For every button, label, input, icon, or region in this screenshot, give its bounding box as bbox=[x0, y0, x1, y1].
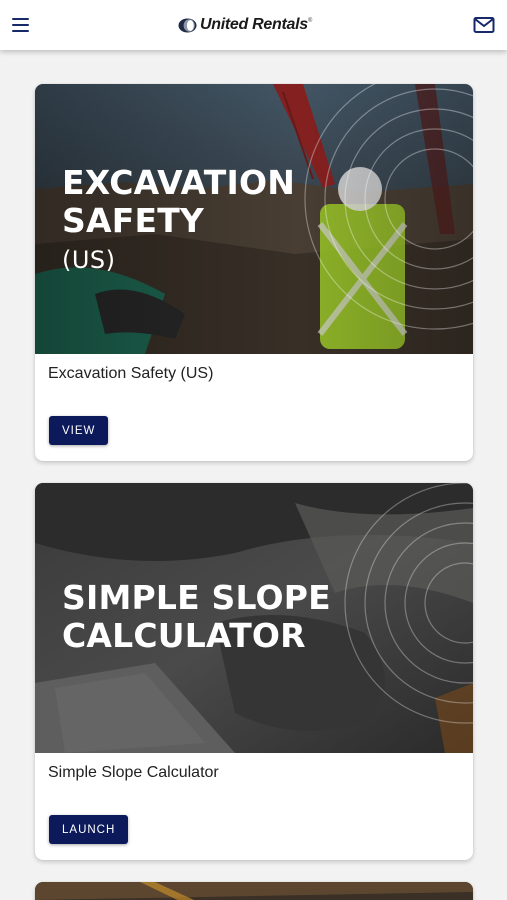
hero-subtitle: (US) bbox=[62, 246, 116, 274]
card-title: Simple Slope Calculator bbox=[48, 764, 219, 781]
brand-logo: United Rentals ® bbox=[178, 15, 312, 35]
hamburger-menu-icon[interactable] bbox=[10, 15, 32, 35]
content-scroll-area[interactable]: EXCAVATION SAFETY (US) Excavation Safety… bbox=[0, 50, 507, 900]
construction-site-image bbox=[35, 882, 473, 900]
brand-name: United Rentals bbox=[200, 16, 308, 33]
card-next-partial bbox=[35, 882, 473, 900]
view-button[interactable]: VIEW bbox=[49, 416, 109, 445]
brand-trademark: ® bbox=[307, 18, 313, 24]
united-rentals-logo-mark bbox=[178, 18, 197, 32]
card-hero-image[interactable]: EXCAVATION SAFETY (US) bbox=[35, 84, 473, 354]
hero-title: SIMPLE SLOPE CALCULATOR bbox=[62, 578, 331, 655]
card-hero-image[interactable]: SIMPLE SLOPE CALCULATOR bbox=[35, 483, 473, 753]
launch-button[interactable]: LAUNCH bbox=[49, 815, 129, 844]
mail-icon[interactable] bbox=[473, 16, 495, 34]
app-header: United Rentals ® bbox=[0, 0, 507, 50]
card-simple-slope-calculator: SIMPLE SLOPE CALCULATOR Simple Slope Cal… bbox=[35, 483, 473, 860]
card-hero-image[interactable] bbox=[35, 882, 473, 900]
hero-title: EXCAVATION SAFETY bbox=[62, 163, 296, 240]
card-title: Excavation Safety (US) bbox=[48, 365, 214, 382]
card-excavation-safety: EXCAVATION SAFETY (US) Excavation Safety… bbox=[35, 84, 473, 461]
